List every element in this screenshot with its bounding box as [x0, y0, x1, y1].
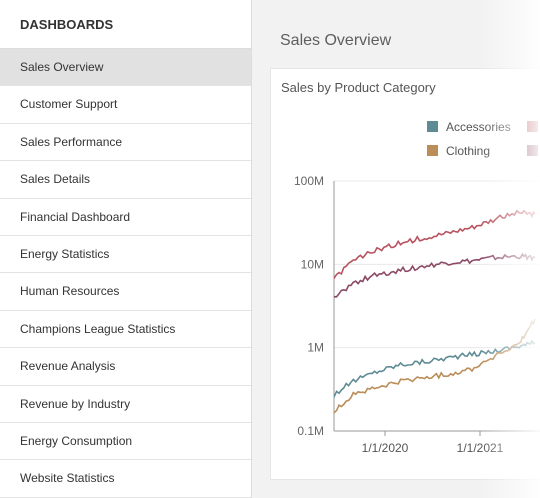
legend-swatch — [427, 121, 438, 132]
x-tick-label: 1/1/2021 — [457, 441, 504, 455]
sidebar-list: Sales Overview Customer Support Sales Perf… — [0, 49, 251, 498]
sales-chart: 100M 10M 1M 0.1M 1/1/2020 1/1/2021 Accessories… — [294, 120, 540, 455]
chart-card: Sales by Product Category 100M 10M 1M 0.1M 1… — [270, 68, 540, 480]
page-title: Sales Overview — [280, 32, 392, 49]
sidebar-item-energy-statistics[interactable]: Energy Statistics — [0, 236, 251, 274]
sidebar-title: DASHBOARDS — [0, 0, 251, 49]
legend-swatch — [427, 145, 438, 156]
legend-label: Accessories — [446, 120, 511, 134]
series-line-accessories — [334, 339, 536, 398]
series-line-series-4 — [334, 252, 536, 299]
sidebar-item-revenue-by-industry[interactable]: Revenue by Industry — [0, 386, 251, 423]
sidebar-item-financial-dashboard[interactable]: Financial Dashboard — [0, 199, 251, 236]
sidebar-item-website-statistics[interactable]: Website Statistics — [0, 460, 251, 498]
series-line-series-3 — [334, 209, 536, 280]
dashboards-sidebar: DASHBOARDS Sales Overview Customer Suppor… — [0, 0, 252, 498]
y-tick-label: 100M — [294, 174, 324, 188]
sidebar-item-sales-performance[interactable]: Sales Performance — [0, 124, 251, 162]
sidebar-item-customer-support[interactable]: Customer Support — [0, 86, 251, 124]
x-tick-label: 1/1/2020 — [362, 441, 409, 455]
series-line-clothing — [334, 318, 536, 414]
legend-swatch — [527, 121, 538, 132]
legend-swatch — [527, 145, 538, 156]
sidebar-item-sales-overview[interactable]: Sales Overview — [0, 49, 251, 87]
sidebar-item-revenue-analysis[interactable]: Revenue Analysis — [0, 348, 251, 386]
y-tick-label: 0.1M — [297, 424, 324, 438]
sidebar-item-human-resources[interactable]: Human Resources — [0, 273, 251, 311]
y-tick-label: 10M — [301, 257, 324, 271]
main-panel: Sales Overview Sales by Product Category… — [252, 0, 540, 498]
sidebar-item-sales-details[interactable]: Sales Details — [0, 161, 251, 199]
sidebar-item-champions-league-statistics[interactable]: Champions League Statistics — [0, 311, 251, 349]
y-tick-label: 1M — [307, 341, 324, 355]
sidebar-item-energy-consumption[interactable]: Energy Consumption — [0, 423, 251, 461]
legend-label: Clothing — [446, 144, 490, 158]
